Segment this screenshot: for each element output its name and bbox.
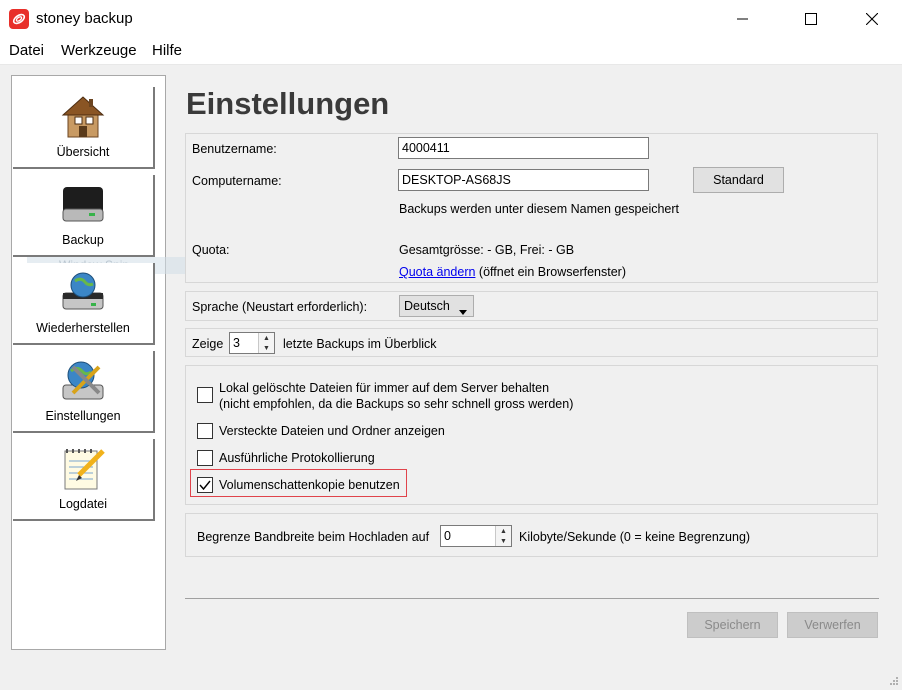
option-show-hidden: Versteckte Dateien und Ordner anzeigen — [219, 424, 445, 438]
standard-button[interactable]: Standard — [693, 167, 784, 193]
show-prefix: Zeige — [192, 337, 224, 351]
username-label: Benutzername: — [192, 142, 277, 156]
checkbox-keep-deleted[interactable] — [197, 387, 213, 403]
sidebar-item-uebersicht[interactable]: Übersicht — [13, 87, 155, 169]
sidebar-item-label: Einstellungen — [45, 409, 121, 423]
hard-drive-icon — [62, 187, 104, 222]
checkbox-show-hidden[interactable] — [197, 423, 213, 439]
option-keep-deleted-line2: (nicht empfohlen, da die Backups so sehr… — [219, 397, 574, 411]
username-field[interactable]: 4000411 — [398, 137, 649, 159]
bandwidth-value: 0 — [444, 529, 451, 543]
menu-werkzeuge[interactable]: Werkzeuge — [61, 42, 137, 59]
language-selected: Deutsch — [404, 299, 450, 313]
resize-grip-icon[interactable] — [888, 675, 900, 687]
sidebar-item-label: Übersicht — [56, 145, 110, 159]
notepad-pencil-icon — [64, 449, 105, 490]
option-verbose-logging: Ausführliche Protokollierung — [219, 451, 375, 465]
backup-count-stepper[interactable]: 3 ▲ ▼ — [229, 332, 275, 354]
minimize-icon — [737, 18, 748, 20]
discard-button[interactable]: Verwerfen — [787, 612, 878, 638]
language-label: Sprache (Neustart erforderlich): — [192, 300, 368, 314]
sidebar-item-label: Backup — [62, 233, 104, 247]
sidebar-item-label: Logdatei — [59, 497, 107, 511]
computername-field[interactable]: DESKTOP-AS68JS — [398, 169, 649, 191]
sidebar-item-wiederherstellen[interactable]: Wiederherstellen — [13, 263, 155, 345]
footer-divider — [185, 598, 879, 599]
maximize-icon — [805, 13, 817, 25]
backup-count-value: 3 — [233, 336, 240, 350]
bandwidth-prefix: Begrenze Bandbreite beim Hochladen auf — [197, 530, 430, 544]
restore-drive-globe-icon — [62, 272, 104, 310]
show-suffix: letzte Backups im Überblick — [283, 337, 437, 351]
sidebar-item-einstellungen[interactable]: Einstellungen — [13, 351, 155, 433]
option-volume-shadow-copy: Volumenschattenkopie benutzen — [219, 478, 400, 492]
spin-up-icon[interactable]: ▲ — [496, 526, 511, 536]
bandwidth-stepper[interactable]: 0 ▲ ▼ — [440, 525, 512, 547]
spin-up-icon[interactable]: ▲ — [259, 333, 274, 343]
checkmark-icon — [199, 480, 211, 491]
quota-link-note: (öffnet ein Browserfenster) — [475, 265, 626, 279]
spin-buttons[interactable]: ▲ ▼ — [495, 526, 511, 546]
quota-value: Gesamtgrösse: - GB, Frei: - GB — [399, 243, 575, 257]
name-hint: Backups werden unter diesem Namen gespei… — [399, 202, 680, 216]
checkbox-verbose-logging[interactable] — [197, 450, 213, 466]
close-button[interactable] — [849, 0, 895, 38]
spin-buttons[interactable]: ▲ ▼ — [258, 333, 274, 353]
chevron-down-icon — [459, 304, 467, 318]
sidebar-item-label: Wiederherstellen — [36, 321, 130, 335]
quota-change-link[interactable]: Quota ändern — [399, 265, 475, 279]
title-bar — [0, 0, 902, 38]
page-title: Einstellungen — [186, 86, 390, 121]
maximize-button[interactable] — [788, 0, 834, 38]
bandwidth-suffix: Kilobyte/Sekunde (0 = keine Begrenzung) — [519, 530, 751, 544]
save-button[interactable]: Speichern — [687, 612, 778, 638]
sidebar-item-logdatei[interactable]: Logdatei — [13, 439, 155, 521]
menu-datei[interactable]: Datei — [9, 42, 44, 59]
spin-down-icon[interactable]: ▼ — [259, 343, 274, 353]
menu-hilfe[interactable]: Hilfe — [152, 42, 182, 59]
spin-down-icon[interactable]: ▼ — [496, 536, 511, 546]
settings-globe-tools-icon — [62, 361, 104, 400]
computername-label: Computername: — [192, 174, 282, 188]
minimize-button[interactable] — [720, 0, 766, 38]
quota-label: Quota: — [192, 243, 230, 257]
window-title: stoney backup — [36, 10, 133, 27]
checkbox-volume-shadow-copy[interactable] — [197, 477, 213, 493]
option-keep-deleted-line1: Lokal gelöschte Dateien für immer auf de… — [219, 381, 550, 395]
quota-row: Quota ändern (öffnet ein Browserfenster) — [399, 265, 626, 279]
language-select[interactable]: Deutsch — [399, 295, 474, 317]
close-icon — [866, 13, 878, 25]
app-logo-icon — [9, 9, 29, 29]
house-icon — [61, 96, 105, 138]
sidebar-item-backup[interactable]: Backup — [13, 175, 155, 257]
